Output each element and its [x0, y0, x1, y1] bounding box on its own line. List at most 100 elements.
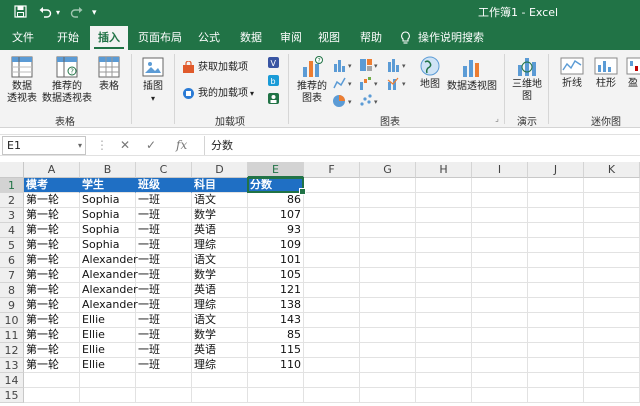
cell-I7[interactable] — [472, 268, 528, 283]
column-header[interactable]: B — [80, 162, 136, 178]
cell-A1[interactable]: 模考 — [24, 178, 80, 193]
tab-insert[interactable]: 插入 — [90, 26, 128, 50]
cell-I2[interactable] — [472, 193, 528, 208]
cell-A5[interactable]: 第一轮 — [24, 238, 80, 253]
save-icon[interactable] — [14, 5, 27, 21]
cancel-icon[interactable]: ✕ — [120, 137, 130, 153]
cell-F9[interactable] — [304, 298, 360, 313]
cell-K4[interactable] — [584, 223, 640, 238]
cell-D12[interactable]: 英语 — [192, 343, 248, 358]
cell-I3[interactable] — [472, 208, 528, 223]
row-header[interactable]: 3 — [0, 208, 24, 223]
cell-C11[interactable]: 一班 — [136, 328, 192, 343]
cell-G9[interactable] — [360, 298, 416, 313]
tell-me-search[interactable]: 操作说明搜索 — [418, 26, 490, 50]
cell-K3[interactable] — [584, 208, 640, 223]
cell-J14[interactable] — [528, 373, 584, 388]
cell-K1[interactable] — [584, 178, 640, 193]
cell-I1[interactable] — [472, 178, 528, 193]
cell-C15[interactable] — [136, 388, 192, 403]
cell-K2[interactable] — [584, 193, 640, 208]
row-header[interactable]: 14 — [0, 373, 24, 388]
cell-I10[interactable] — [472, 313, 528, 328]
cell-D11[interactable]: 数学 — [192, 328, 248, 343]
cell-B7[interactable]: Alexander — [80, 268, 138, 283]
cell-D5[interactable]: 理综 — [192, 238, 248, 253]
column-header[interactable]: C — [136, 162, 192, 178]
row-header[interactable]: 6 — [0, 253, 24, 268]
get-addins-button[interactable]: 获取加载项 — [182, 60, 248, 76]
cell-D4[interactable]: 英语 — [192, 223, 248, 238]
pivot-chart-button[interactable]: 数据透视图 — [444, 55, 500, 93]
cell-J1[interactable] — [528, 178, 584, 193]
cell-H2[interactable] — [416, 193, 472, 208]
cell-B13[interactable]: Ellie — [80, 358, 136, 373]
formula-input[interactable]: 分数 — [204, 136, 638, 155]
cell-E12[interactable]: 115 — [248, 343, 304, 358]
undo-dropdown-icon[interactable]: ▾ — [56, 5, 60, 21]
cell-G3[interactable] — [360, 208, 416, 223]
recommended-charts-button[interactable]: ? 推荐的 图表 — [294, 55, 330, 105]
cell-H1[interactable] — [416, 178, 472, 193]
cell-C9[interactable]: 一班 — [136, 298, 192, 313]
cell-F3[interactable] — [304, 208, 360, 223]
cell-A12[interactable]: 第一轮 — [24, 343, 80, 358]
column-header[interactable]: K — [584, 162, 640, 178]
tab-home[interactable]: 开始 — [48, 26, 88, 50]
sparkline-column-button[interactable]: 柱形 — [592, 56, 620, 90]
cell-H15[interactable] — [416, 388, 472, 403]
cell-K8[interactable] — [584, 283, 640, 298]
line-chart-icon[interactable]: ▾ — [332, 76, 358, 94]
scatter-chart-icon[interactable]: ▾ — [358, 94, 384, 112]
pie-chart-icon[interactable]: ▾ — [332, 94, 358, 112]
name-box[interactable]: E1 ▾ — [2, 136, 86, 155]
cell-C5[interactable]: 一班 — [136, 238, 192, 253]
cell-D2[interactable]: 语文 — [192, 193, 248, 208]
cell-H4[interactable] — [416, 223, 472, 238]
row-header[interactable]: 15 — [0, 388, 24, 403]
cell-H13[interactable] — [416, 358, 472, 373]
cell-I9[interactable] — [472, 298, 528, 313]
cell-I4[interactable] — [472, 223, 528, 238]
cell-K12[interactable] — [584, 343, 640, 358]
cell-F12[interactable] — [304, 343, 360, 358]
cell-J3[interactable] — [528, 208, 584, 223]
cell-G5[interactable] — [360, 238, 416, 253]
cell-E5[interactable]: 109 — [248, 238, 304, 253]
cell-I8[interactable] — [472, 283, 528, 298]
cell-K10[interactable] — [584, 313, 640, 328]
cell-F10[interactable] — [304, 313, 360, 328]
combo-chart-icon[interactable]: ▾ — [386, 76, 412, 94]
cell-J11[interactable] — [528, 328, 584, 343]
map-chart-button[interactable]: 地图 — [418, 55, 442, 91]
cell-B11[interactable]: Ellie — [80, 328, 136, 343]
cell-I12[interactable] — [472, 343, 528, 358]
undo-icon[interactable] — [38, 5, 52, 21]
cell-K11[interactable] — [584, 328, 640, 343]
cell-C7[interactable]: 一班 — [136, 268, 192, 283]
cell-B1[interactable]: 学生 — [80, 178, 136, 193]
enter-icon[interactable]: ✓ — [146, 137, 156, 153]
cell-C14[interactable] — [136, 373, 192, 388]
column-header[interactable]: I — [472, 162, 528, 178]
column-header[interactable]: F — [304, 162, 360, 178]
cell-G2[interactable] — [360, 193, 416, 208]
cell-E10[interactable]: 143 — [248, 313, 304, 328]
row-header[interactable]: 2 — [0, 193, 24, 208]
cell-E8[interactable]: 121 — [248, 283, 304, 298]
cell-A14[interactable] — [24, 373, 80, 388]
cell-F7[interactable] — [304, 268, 360, 283]
cell-I14[interactable] — [472, 373, 528, 388]
cell-H14[interactable] — [416, 373, 472, 388]
cell-H10[interactable] — [416, 313, 472, 328]
cell-A8[interactable]: 第一轮 — [24, 283, 80, 298]
cell-F2[interactable] — [304, 193, 360, 208]
cell-D1[interactable]: 科目 — [192, 178, 248, 193]
cell-F1[interactable] — [304, 178, 360, 193]
cell-B2[interactable]: Sophia — [80, 193, 136, 208]
sparkline-winloss-button[interactable]: 盈 — [626, 56, 640, 90]
row-header[interactable]: 4 — [0, 223, 24, 238]
cell-H5[interactable] — [416, 238, 472, 253]
cell-F15[interactable] — [304, 388, 360, 403]
cell-K5[interactable] — [584, 238, 640, 253]
